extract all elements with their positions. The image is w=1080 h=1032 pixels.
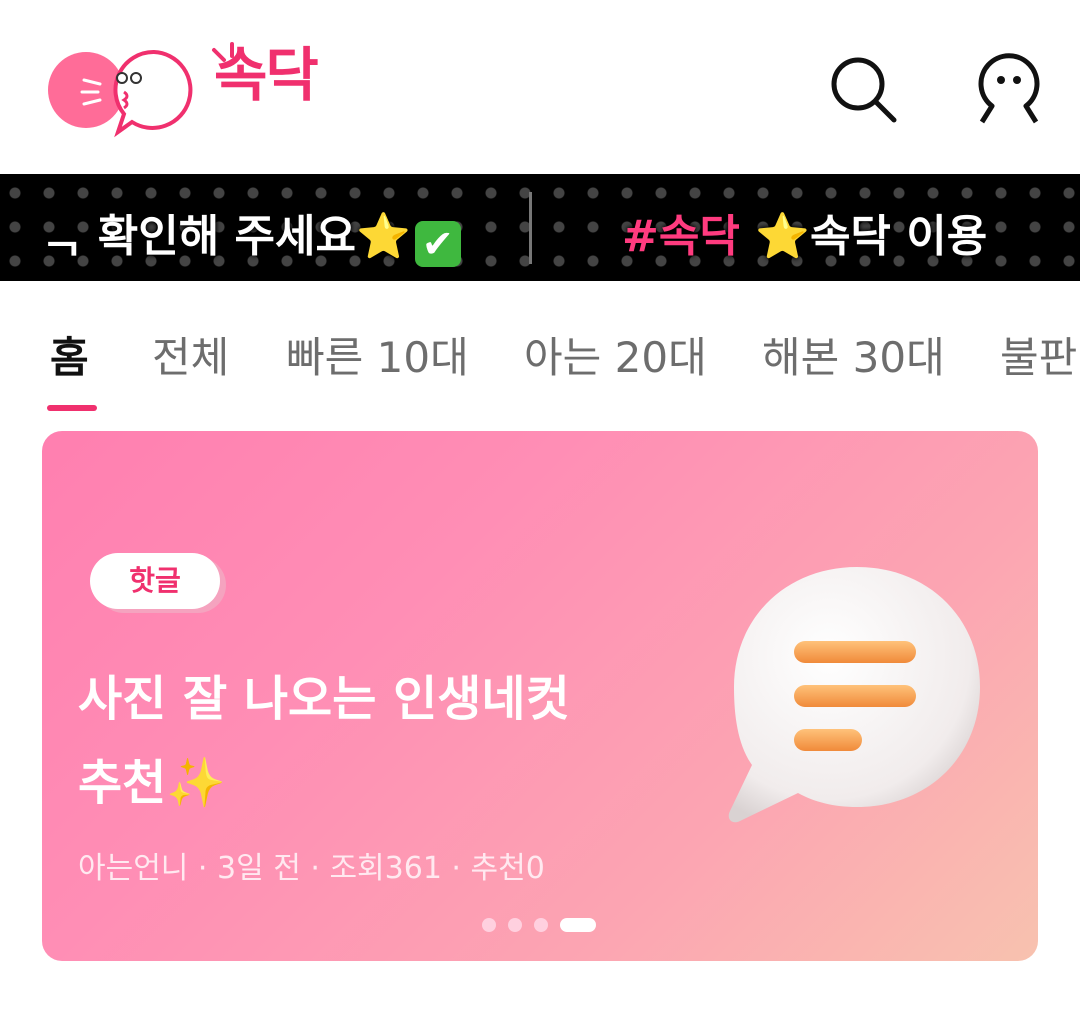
tab-all[interactable]: 전체	[152, 324, 229, 385]
ticker-left-text: ᆨ 확인해 주세요	[42, 211, 356, 262]
post-meta: 아는언니 · 3일 전 · 조회361 · 추천0	[78, 851, 545, 886]
tab-twenties[interactable]: 아는 20대	[524, 324, 707, 385]
ticker-right: #속닥 ⭐속닥 이용	[622, 200, 987, 264]
active-tab-indicator	[47, 405, 97, 411]
banner-title-line2: 추천	[78, 755, 167, 811]
tab-thirties[interactable]: 해본 30대	[762, 324, 945, 385]
pager-dot[interactable]	[482, 918, 496, 932]
ticker-divider	[529, 192, 532, 264]
top-header: 속닥	[0, 0, 1080, 172]
sparkle-icon: ✨	[166, 755, 227, 811]
banner-title-line1: 사진 잘 나오는 인생네컷	[78, 671, 570, 727]
banner-title[interactable]: 사진 잘 나오는 인생네컷 추천✨	[78, 657, 718, 825]
profile-icon[interactable]	[974, 52, 1044, 126]
pager-dot-active[interactable]	[560, 918, 596, 932]
tab-bulpan[interactable]: 불판	[1000, 324, 1077, 385]
star-icon: ⭐	[755, 211, 810, 262]
tab-home[interactable]: 홈	[50, 324, 89, 385]
pager-dot[interactable]	[508, 918, 522, 932]
star-icon: ⭐	[356, 211, 411, 262]
hot-post-banner[interactable]: 핫글 사진 잘 나오는 인생네컷 추천✨ 아는언니 · 3일 전 · 조회361…	[42, 431, 1038, 961]
ticker-hashtag: #속닥	[622, 211, 740, 262]
pager-dot[interactable]	[534, 918, 548, 932]
notice-ticker[interactable]: ᆨ 확인해 주세요⭐ ✔ #속닥 ⭐속닥 이용	[0, 174, 1080, 281]
logo-text[interactable]: 속닥	[214, 46, 319, 104]
category-tabs: 홈 전체 빠른 10대 아는 20대 해본 30대 불판	[0, 300, 1080, 420]
ticker-right-text: 속닥 이용	[809, 211, 988, 262]
check-icon: ✔	[414, 221, 461, 267]
tab-teens[interactable]: 빠른 10대	[286, 324, 469, 385]
ticker-left: ᆨ 확인해 주세요⭐ ✔	[42, 200, 461, 267]
chat-bubble-icon	[728, 567, 980, 823]
search-icon[interactable]	[828, 52, 898, 126]
hot-badge: 핫글	[90, 553, 220, 609]
